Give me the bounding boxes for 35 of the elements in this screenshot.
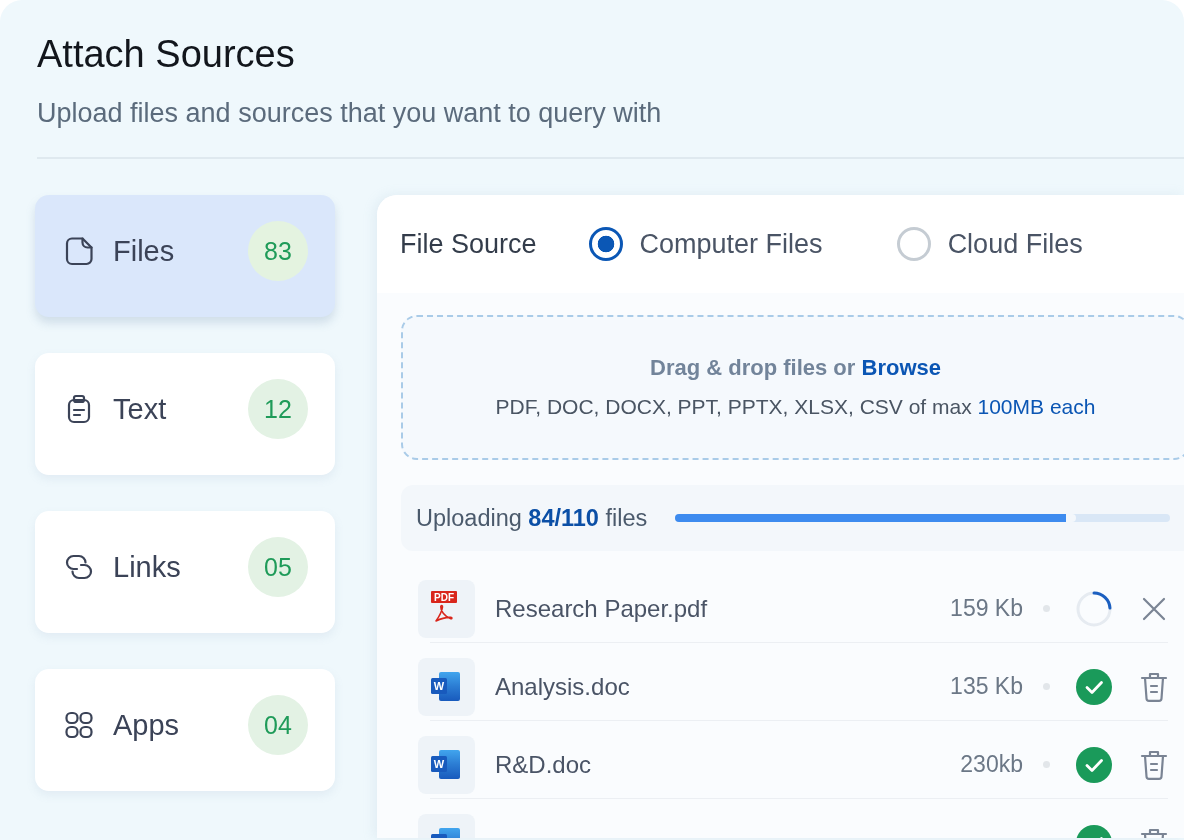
- separator-dot-icon: [1043, 761, 1050, 768]
- pdf-file-icon: PDF: [418, 579, 475, 638]
- count-badge: 12: [248, 379, 308, 439]
- separator-dot-icon: [1043, 683, 1050, 690]
- dialog-title: Attach Sources: [37, 32, 295, 76]
- file-format-hint: PDF, DOC, DOCX, PPT, PPTX, XLSX, CSV of max 100MB each: [495, 394, 1096, 419]
- file-name: R&D.doc: [495, 750, 593, 779]
- radio-option[interactable]: Cloud Files: [896, 227, 1083, 261]
- count-badge: 83: [248, 221, 308, 281]
- source-tab[interactable]: Apps 04: [35, 669, 335, 791]
- radio-icon[interactable]: [588, 227, 623, 261]
- source-tab[interactable]: Text 12: [35, 353, 335, 475]
- separator-dot-icon: [1043, 605, 1050, 612]
- file-size: 230kb: [960, 751, 1023, 778]
- file-size: 159 Kb: [950, 595, 1023, 622]
- source-tab[interactable]: Links 05: [35, 511, 335, 633]
- upload-status: Uploading 84/110 files: [416, 504, 648, 532]
- drop-zone[interactable]: Drag & drop files or Browse PDF, DOC, DOCX, PPT, PPTX, XLSX, CSV of max 100MB each: [401, 315, 1184, 460]
- word-file-icon: W: [418, 657, 475, 716]
- file-name: Analysis.doc: [495, 672, 631, 701]
- count-badge: 05: [248, 537, 308, 597]
- trash-icon[interactable]: [1140, 748, 1168, 781]
- file-name: Research Paper.pdf: [495, 594, 709, 623]
- drop-prompt: Drag & drop files or Browse: [650, 354, 941, 381]
- source-tab[interactable]: Files 83: [35, 195, 335, 317]
- browse-link[interactable]: Browse: [861, 355, 941, 380]
- word-file-icon: W: [418, 735, 475, 794]
- radio-option[interactable]: Computer Files: [588, 227, 823, 261]
- grid-icon: [63, 709, 95, 741]
- document-icon: [63, 235, 95, 267]
- count-badge: 04: [248, 695, 308, 755]
- file-source-label: File Source: [400, 228, 537, 260]
- file-size: 135 Kb: [950, 673, 1023, 700]
- dialog-subtitle: Upload files and sources that you want to query with: [37, 97, 662, 129]
- trash-icon[interactable]: [1140, 670, 1168, 703]
